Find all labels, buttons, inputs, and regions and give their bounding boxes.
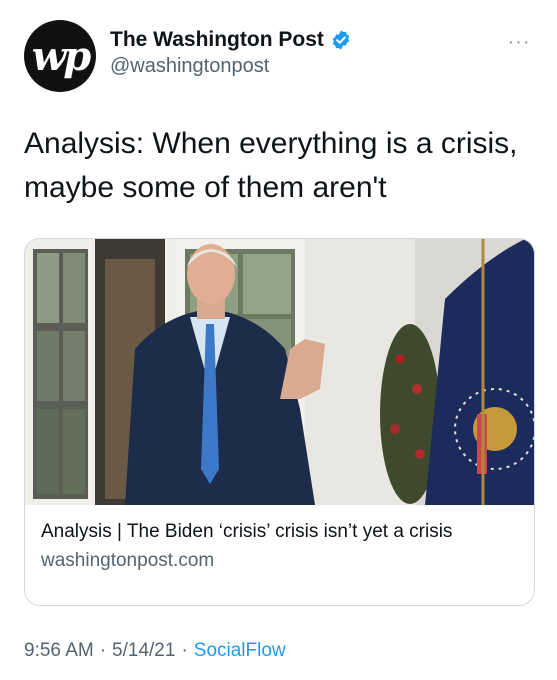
author-info[interactable]: The Washington Post @washingtonpost — [110, 28, 352, 78]
tweet-text: Analysis: When everything is a crisis, m… — [24, 127, 518, 204]
meta-separator: · — [99, 640, 107, 661]
name-row: The Washington Post — [110, 28, 352, 52]
tweet-header: wp The Washington Post @washingtonpost ·… — [24, 20, 537, 92]
display-name[interactable]: The Washington Post — [110, 28, 324, 52]
tweet-date[interactable]: 5/14/21 — [112, 640, 175, 662]
handle[interactable]: @washingtonpost — [110, 55, 352, 78]
avatar-logo: wp — [31, 32, 91, 80]
card-domain: washingtonpost.com — [41, 550, 215, 571]
card-body: Analysis | The Biden ‘crisis’ crisis isn… — [41, 519, 518, 574]
avatar[interactable]: wp — [24, 20, 96, 92]
tweet-time[interactable]: 9:56 AM — [24, 640, 94, 662]
verified-badge-icon — [332, 30, 350, 50]
tweet-meta: 9:56 AM · 5/14/21 · SocialFlow — [24, 640, 286, 662]
card-image[interactable] — [25, 239, 534, 505]
tweet: wp The Washington Post @washingtonpost ·… — [0, 0, 557, 680]
link-card[interactable]: Analysis | The Biden ‘crisis’ crisis isn… — [24, 238, 535, 606]
more-options-icon[interactable]: ··· — [501, 24, 537, 60]
tweet-source[interactable]: SocialFlow — [194, 640, 286, 662]
card-title[interactable]: Analysis | The Biden ‘crisis’ crisis isn… — [41, 519, 518, 544]
meta-separator: · — [181, 640, 188, 661]
